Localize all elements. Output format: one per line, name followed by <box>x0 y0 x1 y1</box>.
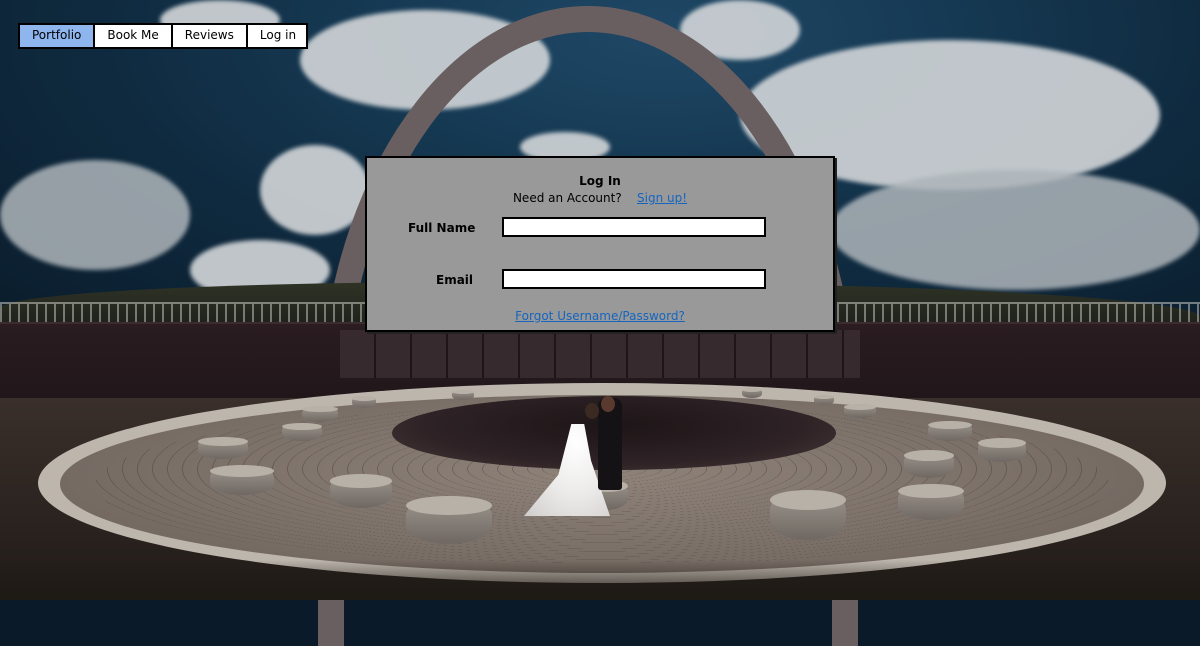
need-account-text: Need an Account? <box>512 191 622 205</box>
stone-stool <box>978 438 1026 462</box>
stone-stool <box>844 404 876 418</box>
stone-stool <box>452 390 474 400</box>
stone-stool <box>330 474 392 508</box>
forgot-row: Forgot Username/Password? <box>367 309 833 323</box>
stone-stool <box>742 388 762 398</box>
login-title: Log In <box>579 174 621 188</box>
signup-link[interactable]: Sign up! <box>637 191 687 205</box>
stone-stool <box>352 396 376 408</box>
nav-reviews[interactable]: Reviews <box>172 25 248 47</box>
cloud <box>0 160 190 270</box>
email-label: Email <box>436 273 474 287</box>
nav-log-in[interactable]: Log in <box>247 25 307 47</box>
stone-stool <box>210 465 274 495</box>
stone-stool <box>904 450 954 478</box>
full-name-input[interactable] <box>502 217 766 237</box>
nav-book-me[interactable]: Book Me <box>95 25 173 47</box>
stone-stool <box>814 395 834 405</box>
stone-stool <box>282 423 322 441</box>
login-panel: Log In Need an Account? Sign up! Full Na… <box>365 156 835 332</box>
bride-head <box>585 403 599 419</box>
stone-stool <box>406 496 492 544</box>
signup-row: Need an Account? Sign up! <box>367 191 833 205</box>
stone-stool <box>928 421 972 441</box>
email-input[interactable] <box>502 269 766 289</box>
stone-stool <box>198 437 248 459</box>
main-nav: Portfolio Book Me Reviews Log in <box>18 23 309 49</box>
full-name-label: Full Name <box>408 221 476 235</box>
stone-stool <box>770 490 846 540</box>
groom-suit <box>598 398 622 490</box>
stone-stool <box>898 484 964 520</box>
cloud <box>830 170 1200 290</box>
wall-windows <box>340 330 860 378</box>
groom-head <box>601 396 615 412</box>
nav-portfolio[interactable]: Portfolio <box>20 25 96 47</box>
grass <box>0 560 1200 600</box>
stone-stool <box>302 406 338 422</box>
forgot-credentials-link[interactable]: Forgot Username/Password? <box>515 309 685 323</box>
